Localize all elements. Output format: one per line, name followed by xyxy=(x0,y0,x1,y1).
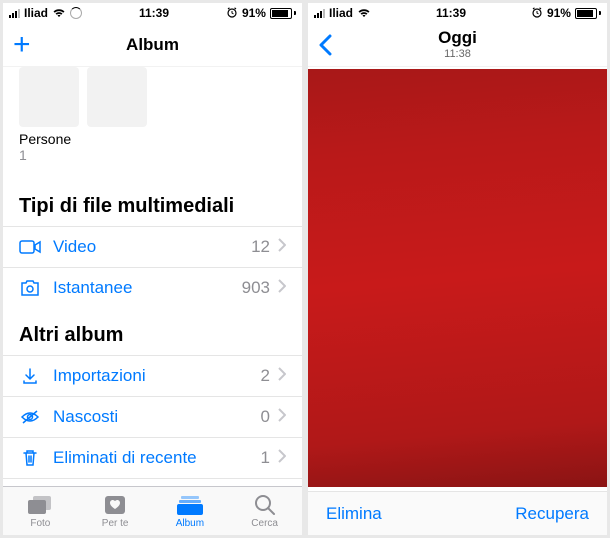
row-count: 1 xyxy=(261,448,270,468)
tab-label: Foto xyxy=(30,518,50,529)
alarm-icon xyxy=(226,6,238,21)
tab-search[interactable]: Cerca xyxy=(227,487,302,535)
albums-icon xyxy=(177,493,203,517)
row-label: Nascosti xyxy=(53,407,261,427)
albums-screen: Iliad 11:39 91% + Album Pers xyxy=(3,3,302,535)
wifi-icon xyxy=(357,8,371,18)
section-header-other-albums: Altri album xyxy=(3,308,302,355)
section-header-media-types: Tipi di file multimediali xyxy=(3,179,302,226)
status-bar: Iliad 11:39 91% xyxy=(3,3,302,23)
status-bar: Iliad 11:39 91% xyxy=(308,3,607,23)
chevron-right-icon xyxy=(278,367,286,386)
wifi-icon xyxy=(52,8,66,18)
album-thumbnail[interactable] xyxy=(19,67,79,127)
battery-icon xyxy=(270,8,296,19)
search-icon xyxy=(254,493,276,517)
eye-slash-icon xyxy=(19,407,41,427)
row-count: 0 xyxy=(261,407,270,427)
signal-icon xyxy=(9,8,20,18)
nav-title: Album xyxy=(126,35,179,55)
carrier-label: Iliad xyxy=(24,6,48,20)
battery-icon xyxy=(575,8,601,19)
status-time: 11:39 xyxy=(139,6,169,20)
chevron-right-icon xyxy=(278,408,286,427)
battery-percent: 91% xyxy=(547,6,571,20)
album-caption-persone: Persone xyxy=(3,127,302,147)
tab-bar: Foto Per te Album Cerca xyxy=(3,486,302,535)
nav-bar: + Album xyxy=(3,23,302,67)
chevron-right-icon xyxy=(278,279,286,298)
photos-icon xyxy=(27,493,53,517)
tab-albums[interactable]: Album xyxy=(153,487,228,535)
album-count-persone: 1 xyxy=(3,147,302,179)
tab-for-you[interactable]: Per te xyxy=(78,487,153,535)
screenshot-icon xyxy=(19,278,41,298)
row-recently-deleted[interactable]: Eliminati di recente 1 xyxy=(3,437,302,479)
nav-bar: Oggi 11:38 xyxy=(308,23,607,67)
loading-spinner-icon xyxy=(70,7,82,19)
row-video[interactable]: Video 12 xyxy=(3,226,302,267)
plus-icon: + xyxy=(13,30,31,60)
row-label: Eliminati di recente xyxy=(53,448,261,468)
recover-button[interactable]: Recupera xyxy=(515,504,589,524)
download-icon xyxy=(19,366,41,386)
nav-subtitle: 11:38 xyxy=(438,48,477,61)
tab-label: Per te xyxy=(102,518,129,529)
photo-preview xyxy=(308,69,607,487)
alarm-icon xyxy=(531,6,543,21)
battery-percent: 91% xyxy=(242,6,266,20)
row-count: 2 xyxy=(261,366,270,386)
for-you-icon xyxy=(104,493,126,517)
chevron-right-icon xyxy=(278,238,286,257)
tab-label: Cerca xyxy=(251,518,278,529)
chevron-right-icon xyxy=(278,449,286,468)
row-label: Istantanee xyxy=(53,278,242,298)
toolbar: Elimina Recupera xyxy=(308,491,607,535)
deleted-photo-screen: Iliad 11:39 91% Oggi 11:38 E xyxy=(308,3,607,535)
row-hidden[interactable]: Nascosti 0 xyxy=(3,396,302,437)
row-label: Video xyxy=(53,237,251,257)
back-button[interactable] xyxy=(318,23,332,66)
trash-icon xyxy=(19,448,41,468)
photo-viewer[interactable] xyxy=(308,67,607,491)
row-label: Importazioni xyxy=(53,366,261,386)
delete-button[interactable]: Elimina xyxy=(326,504,382,524)
video-icon xyxy=(19,237,41,257)
row-count: 903 xyxy=(242,278,270,298)
nav-title: Oggi xyxy=(438,28,477,48)
add-album-button[interactable]: + xyxy=(13,23,31,66)
row-screenshots[interactable]: Istantanee 903 xyxy=(3,267,302,308)
carrier-label: Iliad xyxy=(329,6,353,20)
signal-icon xyxy=(314,8,325,18)
tab-label: Album xyxy=(176,518,204,529)
status-time: 11:39 xyxy=(436,6,466,20)
album-thumbnail[interactable] xyxy=(87,67,147,127)
row-count: 12 xyxy=(251,237,270,257)
row-imports[interactable]: Importazioni 2 xyxy=(3,355,302,396)
chevron-left-icon xyxy=(318,34,332,56)
tab-photos[interactable]: Foto xyxy=(3,487,78,535)
